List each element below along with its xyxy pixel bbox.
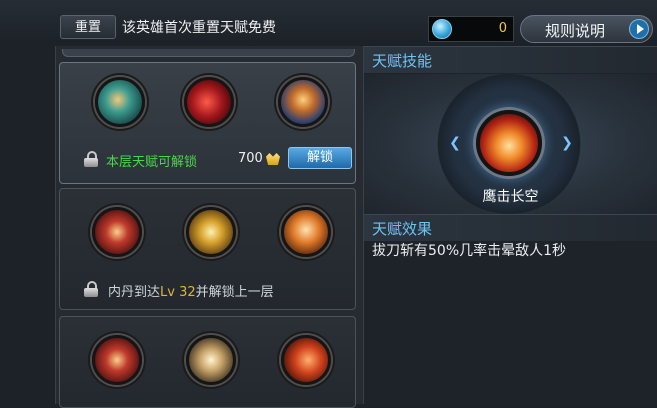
red-blade-icon[interactable] — [92, 335, 142, 385]
lock-icon — [84, 151, 98, 167]
blue-mage-icon[interactable] — [278, 77, 328, 127]
gem-counter: 0 — [428, 16, 514, 42]
featured-skill-name: 鹰击长空 — [482, 189, 539, 205]
unlock-cost: 700 — [238, 151, 263, 166]
skill-showcase: ❮ ❯ 鹰击长空 — [364, 74, 657, 214]
fire-slash-icon[interactable] — [281, 207, 331, 257]
lock-icon — [84, 281, 98, 297]
gold-crown-icon — [266, 153, 280, 165]
left-wing-icon: ❮ — [449, 135, 461, 151]
skill-section-header: 天赋技能 — [364, 46, 657, 73]
gem-icon — [432, 19, 452, 39]
talent-detail-panel: 天赋技能 ❮ ❯ 鹰击长空 天赋效果 拔刀斩有50%几率击晕敌人1秒 — [364, 46, 657, 404]
teal-slash-icon[interactable] — [95, 77, 145, 127]
unlock-button[interactable]: 解锁 — [288, 147, 352, 169]
rules-label: 规则说明 — [545, 22, 606, 40]
right-wing-icon: ❯ — [561, 135, 573, 151]
talent-tier-1: 本层天赋可解锁 700 解锁 — [59, 62, 356, 184]
golden-blade-icon[interactable] — [186, 207, 236, 257]
talent-tier-3 — [59, 316, 356, 408]
red-blade-icon[interactable] — [92, 207, 142, 257]
featured-skill-icon[interactable] — [476, 110, 542, 176]
unlock-status-text: 本层天赋可解锁 — [106, 155, 198, 170]
top-bar: 重置 该英雄首次重置天赋免费 0 规则说明 — [0, 0, 657, 46]
reset-note: 该英雄首次重置天赋免费 — [122, 20, 276, 36]
gem-count: 0 — [498, 21, 507, 36]
skill-section-title: 天赋技能 — [372, 52, 433, 70]
arrow-right-icon — [629, 19, 649, 39]
talent-tier-list[interactable]: 本层天赋可解锁 700 解锁 内丹到达Lv 32并解锁上一层 — [55, 46, 364, 408]
effect-section-header: 天赋效果 — [364, 214, 657, 241]
effect-section-title: 天赋效果 — [372, 220, 433, 238]
unlock-requirement: 内丹到达Lv 32并解锁上一层 — [108, 285, 274, 300]
reset-button[interactable]: 重置 — [60, 15, 116, 39]
flame-swirl-icon[interactable] — [281, 335, 331, 385]
effect-description: 拔刀斩有50%几率击晕敌人1秒 — [372, 243, 567, 259]
rules-button[interactable]: 规则说明 — [520, 15, 653, 43]
spear-strike-icon[interactable] — [186, 335, 236, 385]
talent-tier-2: 内丹到达Lv 32并解锁上一层 — [59, 188, 356, 310]
previous-tier-edge — [62, 49, 355, 57]
red-warrior-icon[interactable] — [184, 77, 234, 127]
